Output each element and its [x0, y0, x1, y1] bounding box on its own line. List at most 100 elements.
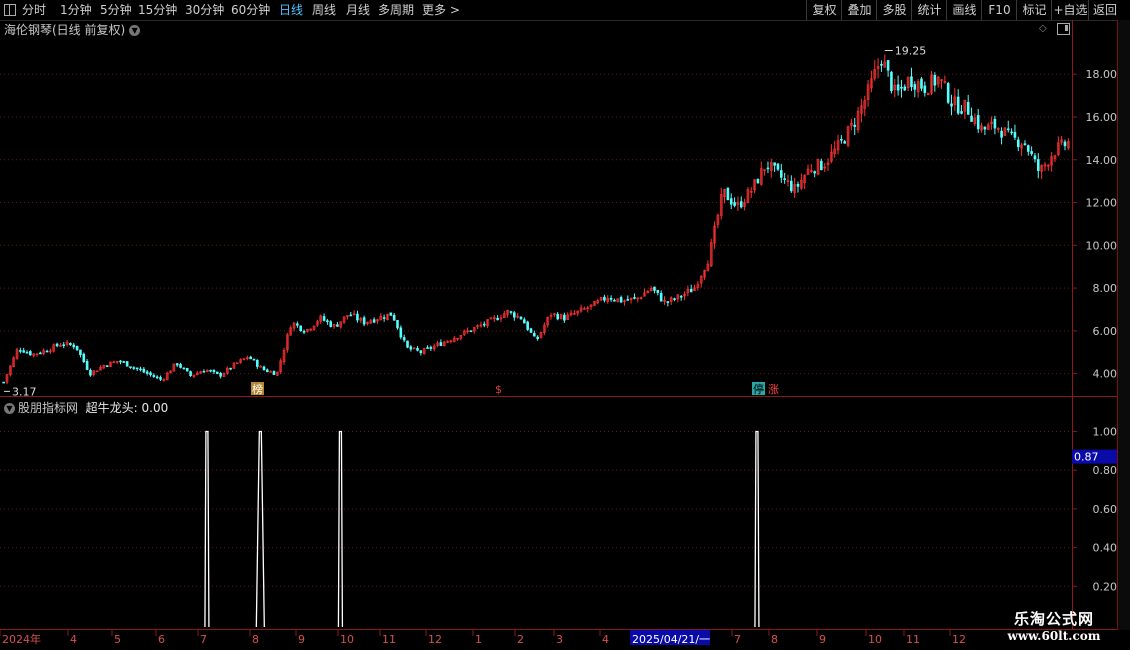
candle-body [55, 343, 59, 347]
indicator-tick-label: 0.60 [1093, 503, 1118, 516]
candle-body [900, 86, 903, 89]
candle-body [729, 198, 733, 205]
high-price-label: 19.25 [895, 44, 927, 57]
candle-body [556, 313, 559, 320]
candle-body [820, 160, 823, 171]
candle-body [603, 296, 606, 301]
candle-body [890, 71, 893, 92]
candle-body [689, 288, 693, 293]
candle-body [533, 333, 536, 337]
time-axis-label: 2024年 [2, 632, 41, 646]
candle-body [426, 347, 429, 349]
candle-body [259, 365, 262, 368]
candle-body [409, 346, 413, 350]
candle-body [1036, 159, 1040, 171]
price-tick-label: 18.00 [1086, 68, 1118, 81]
candle-body [726, 187, 730, 201]
low-price-label: 3.17 [12, 385, 37, 398]
candle-body [79, 349, 82, 356]
candle-body [970, 115, 973, 122]
candle-body [903, 86, 907, 91]
price-tick-label: 12.00 [1086, 197, 1118, 210]
candle-body [122, 361, 126, 363]
time-axis-label: 10 [868, 633, 882, 646]
candle-body [920, 78, 923, 89]
candle-body [362, 317, 366, 325]
watermark-url: www.60lt.com [1007, 629, 1101, 643]
candle-body [1023, 143, 1027, 146]
candle-body [389, 312, 393, 316]
candle-body [773, 162, 776, 166]
candle-body [336, 324, 339, 327]
price-tick-label: 16.00 [1086, 111, 1118, 124]
time-axis-label: 12 [428, 633, 442, 646]
side-panel-strip[interactable] [1117, 20, 1130, 630]
candle-body [1033, 155, 1037, 160]
time-axis-label: 11 [906, 633, 920, 646]
candle-body [142, 368, 146, 373]
candle-body [966, 101, 970, 115]
candle-body [853, 124, 857, 127]
candle-body [509, 311, 513, 313]
candle-body [155, 376, 159, 379]
candle-body [152, 375, 156, 377]
candle-body [132, 367, 136, 369]
price-tick-label: 10.00 [1086, 239, 1118, 252]
candle-body [673, 298, 676, 300]
candle-body [626, 299, 630, 301]
event-marker: 榜 [252, 382, 263, 396]
candle-body [790, 180, 793, 192]
chart-canvas[interactable]: 4.00 6.00 8.00 10.00 12.00 14.00 16.00 18.00 0.2… [0, 0, 1130, 650]
candle-body [139, 368, 142, 371]
indicator-tick-label: 1.00 [1093, 425, 1118, 438]
watermark: 乐淘公式网 www.60lt.com [998, 608, 1110, 643]
candle-body [563, 314, 566, 321]
candle-body [396, 320, 399, 329]
candle-body [960, 111, 963, 114]
candle-body [993, 118, 997, 129]
candle-body [29, 351, 32, 356]
candle-body [249, 356, 252, 360]
indicator-tick-label: 0.40 [1093, 542, 1118, 555]
candle-body [329, 321, 333, 327]
candle-body [896, 84, 900, 91]
candle-body [322, 316, 326, 321]
candle-body [1010, 131, 1013, 134]
candle-body [739, 201, 743, 208]
candle-body [252, 358, 256, 361]
candle-body [256, 359, 259, 367]
candle-body [266, 369, 269, 373]
candle-body [913, 84, 917, 90]
price-tick-label: 14.00 [1086, 154, 1118, 167]
candle-body [956, 96, 960, 114]
candle-body [179, 364, 182, 368]
candle-body [39, 352, 42, 355]
candle-body [25, 351, 29, 354]
candle-body [72, 344, 76, 348]
candle-body [733, 202, 736, 206]
candle-body [983, 126, 987, 130]
time-axis-label: 7 [200, 633, 207, 646]
candle-body [633, 297, 636, 299]
candle-body [526, 321, 529, 330]
candle-body [419, 350, 423, 354]
watermark-title: 乐淘公式网 [1013, 610, 1094, 628]
time-axis-label: 7 [734, 633, 741, 646]
candle-body [212, 369, 216, 373]
candle-body [209, 369, 212, 372]
candle-body [1016, 139, 1020, 148]
candle-body [269, 371, 272, 373]
candle-body [356, 313, 359, 321]
candle-body [406, 340, 409, 348]
candle-body [416, 348, 419, 351]
time-axis-label: 5 [114, 633, 121, 646]
time-axis-label: 9 [819, 633, 826, 646]
candle-body [189, 371, 192, 376]
candle-body [262, 366, 266, 371]
candle-body [1063, 141, 1067, 147]
candle-body [469, 330, 473, 332]
candle-body [125, 361, 129, 367]
candle-body [766, 167, 770, 170]
indicator-tick-label: 0.80 [1093, 464, 1118, 477]
candle-body [402, 337, 406, 341]
